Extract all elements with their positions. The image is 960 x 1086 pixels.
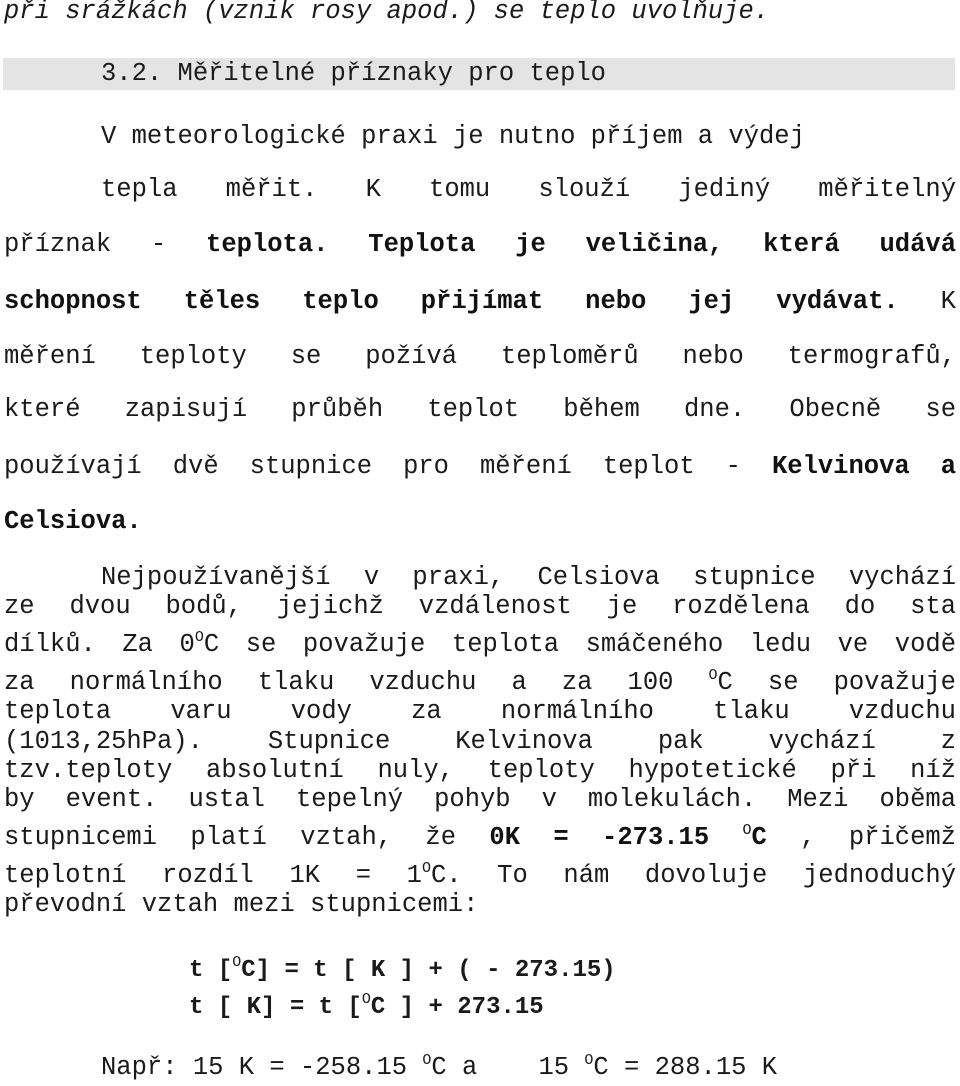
text-plain: K	[898, 287, 956, 316]
formula-celsius: t [OC] = t [ K ] + ( - 273.15)	[189, 954, 616, 988]
formula-kelvin: t [ K] = t [OC ] + 273.15	[189, 991, 544, 1025]
text-plain: za normálního tlaku vzduchu a za 100	[4, 668, 709, 697]
text-bold: 0K = -273.15 OC	[489, 822, 767, 852]
example-line: Např: 15 K = -258.15 OC a 15 OC = 288.15…	[101, 1052, 956, 1086]
para2-line3: dílků. Za 0OC se považuje teplota smáčen…	[4, 629, 957, 663]
para1-line2: tepla měřit. K tomu slouží jediný měřite…	[101, 175, 956, 204]
para2-line7: tzv.teploty absolutní nuly, teploty hypo…	[4, 756, 956, 785]
para1-line8: Celsiova.	[4, 507, 142, 536]
degree-sign: O	[584, 1052, 594, 1069]
text-bold: teplota. Teplota je veličina, která udáv…	[206, 230, 956, 259]
text-plain: C = 288.15 K	[593, 1053, 778, 1082]
formula-text: t [	[189, 957, 233, 984]
para1-line4: schopnost těles teplo přijímat nebo jej …	[4, 287, 956, 317]
text-plain: , přičemž	[766, 823, 957, 852]
text-plain: dílků. Za 0	[4, 630, 195, 659]
text-plain: C se považuje teplota smáčeného ledu ve …	[203, 630, 957, 659]
degree-sign: O	[361, 991, 371, 1008]
text-plain: stupnicemi platí vztah, že	[4, 823, 490, 852]
text-plain: teplotní rozdíl 1K = 1	[4, 861, 422, 890]
section-heading: 3.2. Měřitelné příznaky pro teplo	[101, 59, 606, 88]
degree-sign: O	[232, 954, 242, 971]
text-plain: C se považuje	[717, 668, 956, 697]
para2-line2: ze dvou bodů, jejichž vzdálenost je rozd…	[4, 592, 956, 621]
text-plain: C. To nám dovoluje jednoduchý	[430, 861, 956, 890]
equation-text: 0K = -273.15	[489, 823, 743, 852]
para2-line5: teplota varu vody za normálního tlaku vz…	[4, 697, 956, 726]
para2-line8: by event. ustal tepelný pohyb v molekulá…	[4, 785, 956, 814]
para1-line7: používají dvě stupnice pro měření teplot…	[4, 452, 956, 482]
para2-line9: stupnicemi platí vztah, že 0K = -273.15 …	[4, 822, 957, 856]
degree-sign: O	[708, 667, 718, 684]
text-plain: Např: 15 K = -258.15	[101, 1053, 423, 1082]
unit-text: C	[751, 823, 767, 852]
para1-line1: V meteorologické praxi je nutno příjem a…	[101, 122, 805, 151]
para2-line6: (1013,25hPa). Stupnice Kelvinova pak vyc…	[4, 727, 956, 756]
para2-line1: Nejpoužívanější v praxi, Celsiova stupni…	[101, 563, 956, 592]
formula-text: C] = t [ K ] + ( - 273.15)	[241, 957, 616, 984]
text-plain: příznak -	[4, 230, 207, 259]
degree-sign: O	[422, 1052, 432, 1069]
degree-sign: O	[742, 822, 752, 839]
text-plain: C a 15	[431, 1053, 585, 1082]
text-bold: schopnost těles teplo přijímat nebo jej …	[4, 287, 899, 316]
intro-line: při srážkách (vznik rosy apod.) se teplo…	[4, 0, 770, 26]
formula-text: t [ K] = t [	[189, 994, 362, 1021]
degree-sign: O	[421, 860, 431, 877]
formula-text: C ] + 273.15	[370, 994, 544, 1021]
text-bold: Kelvinova a	[771, 452, 957, 481]
degree-sign: O	[194, 629, 204, 646]
para1-line5: měření teploty se požívá teploměrů nebo …	[4, 342, 956, 371]
text-plain: používají dvě stupnice pro měření teplot…	[4, 452, 772, 481]
para1-line3: příznak - teplota. Teplota je veličina, …	[4, 230, 956, 260]
para1-line6: které zapisují průběh teplot během dne. …	[4, 395, 956, 424]
para2-line11: převodní vztah mezi stupnicemi:	[4, 890, 479, 919]
